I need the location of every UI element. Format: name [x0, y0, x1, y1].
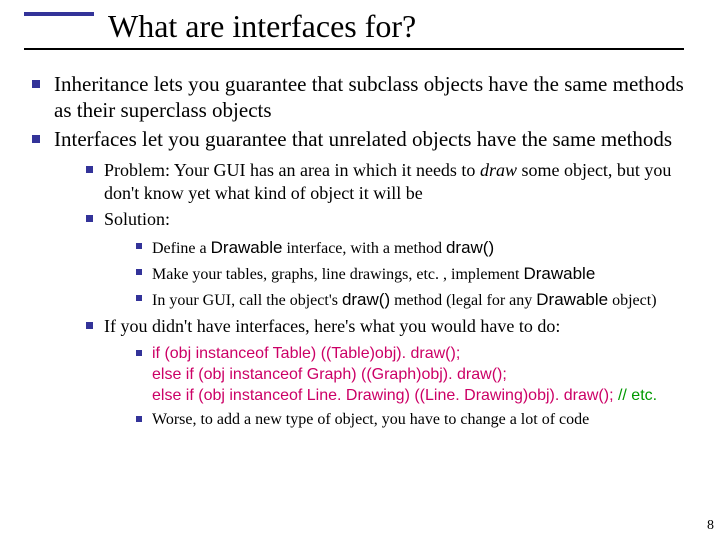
code-text: draw() [342, 290, 390, 309]
bullet-l1-item: Interfaces let you guarantee that unrela… [30, 127, 700, 430]
code-text: Drawable [211, 238, 283, 257]
bullet-l3-item: Make your tables, graphs, line drawings,… [134, 263, 700, 286]
bullet-text: Inheritance lets you guarantee that subc… [54, 72, 684, 122]
bullet-list-level-3: Define a Drawable interface, with a meth… [104, 237, 700, 311]
bullet-l3-item: Worse, to add a new type of object, you … [134, 410, 700, 431]
italic-word: draw [480, 160, 517, 180]
title-accent-bar [24, 12, 94, 16]
bullet-text: Solution: [104, 209, 170, 229]
code-text: draw() [446, 238, 494, 257]
bullet-l3-item: if (obj instanceof Table) ((Table)obj). … [134, 344, 700, 406]
bullet-text: Interfaces let you guarantee that unrela… [54, 127, 672, 151]
code-line: if (obj instanceof Table) ((Table)obj). … [152, 345, 460, 362]
bullet-text: In your GUI, call the object's [152, 292, 342, 309]
bullet-l3-item: Define a Drawable interface, with a meth… [134, 237, 700, 260]
bullet-l1-item: Inheritance lets you guarantee that subc… [30, 72, 700, 123]
bullet-l3-item: In your GUI, call the object's draw() me… [134, 289, 700, 312]
title-underline [24, 48, 684, 50]
code-line: else if (obj instanceof Graph) ((Graph)o… [152, 366, 507, 383]
bullet-list-level-3: if (obj instanceof Table) ((Table)obj). … [104, 344, 700, 430]
bullet-text: Make your tables, graphs, line drawings,… [152, 266, 523, 283]
code-comment: // etc. [618, 387, 657, 404]
bullet-l2-item: If you didn't have interfaces, here's wh… [84, 315, 700, 430]
bullet-text: method (legal for any [390, 292, 536, 309]
slide-title: What are interfaces for? [108, 8, 416, 44]
bullet-text: interface, with a method [282, 240, 446, 257]
slide-body: Inheritance lets you guarantee that subc… [30, 72, 700, 435]
slide-title-area: What are interfaces for? [24, 10, 684, 50]
slide: What are interfaces for? Inheritance let… [0, 0, 720, 540]
bullet-text: Worse, to add a new type of object, you … [152, 411, 589, 428]
bullet-list-level-1: Inheritance lets you guarantee that subc… [30, 72, 700, 431]
code-text: Drawable [536, 290, 608, 309]
code-text: Drawable [523, 264, 595, 283]
bullet-text: Problem: Your GUI has an area in which i… [104, 160, 480, 180]
title-row: What are interfaces for? [24, 10, 684, 44]
bullet-text: object) [608, 292, 656, 309]
bullet-text: Define a [152, 240, 211, 257]
bullet-l2-item: Problem: Your GUI has an area in which i… [84, 159, 700, 205]
bullet-l2-item: Solution: Define a Drawable interface, w… [84, 208, 700, 311]
code-line: else if (obj instanceof Line. Drawing) (… [152, 387, 618, 404]
bullet-list-level-2: Problem: Your GUI has an area in which i… [54, 159, 700, 431]
bullet-text: If you didn't have interfaces, here's wh… [104, 316, 560, 336]
page-number: 8 [707, 518, 714, 534]
